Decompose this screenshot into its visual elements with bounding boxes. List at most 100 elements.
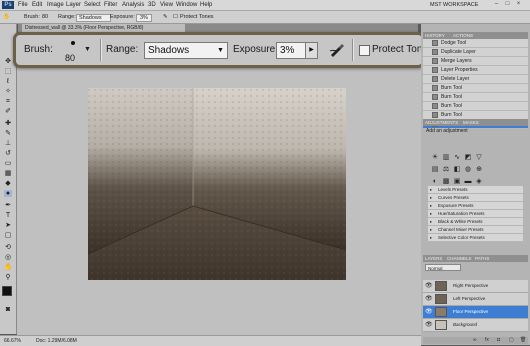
close-icon[interactable]: × [514,1,523,8]
history-item[interactable]: Merge Layers [423,57,528,66]
brush-dropdown-icon[interactable]: ▼ [84,44,91,56]
menu-window[interactable]: Window [176,1,197,9]
blur-tool-icon[interactable]: ◆ [4,180,12,187]
trash-icon[interactable]: 🗑 [520,337,526,344]
history-item[interactable]: Burn Tool [423,102,528,111]
hue-saturation-icon[interactable]: ▤ [431,166,439,174]
layer-row[interactable]: 👁 Right Perspective [423,280,528,293]
tab-channels[interactable]: CHANNELS [447,255,472,262]
3d-rotate-tool-icon[interactable]: ⟲ [4,244,12,251]
path-select-tool-icon[interactable]: ➤ [4,222,12,229]
minimize-icon[interactable]: – [492,1,501,8]
selective-color-icon[interactable]: ◈ [475,178,483,186]
quick-mask-icon[interactable]: ◙ [4,306,12,313]
type-tool-icon[interactable]: T [4,212,12,219]
tab-history[interactable]: HISTORY [425,32,445,39]
exposure-input[interactable]: 3% [276,42,306,59]
levels-icon[interactable]: ▥ [442,154,450,162]
shape-tool-icon[interactable]: ▢ [4,232,12,239]
options-range-select[interactable]: Shadows [76,14,111,22]
preset-item[interactable]: ▸ Levels Presets [428,186,523,194]
preset-item[interactable]: ▸ Exposure Presets [428,202,523,210]
layer-row[interactable]: 👁 Left Perspective [423,293,528,306]
link-icon[interactable]: ∞ [473,337,477,344]
history-brush-tool-icon[interactable]: ↺ [4,150,12,157]
preset-item[interactable]: ▸ Curves Presets [428,194,523,202]
brush-tool-icon[interactable]: ✎ [4,130,12,137]
color-balance-icon[interactable]: ⚖ [442,166,450,174]
menu-help[interactable]: Help [200,1,212,9]
vibrance-icon[interactable]: ▽ [475,154,483,162]
threshold-icon[interactable]: ▣ [453,178,461,186]
fx-icon[interactable]: fx [485,337,489,344]
history-item[interactable]: Delete Layer [423,75,528,84]
exposure-slider-button[interactable]: ▶ [305,42,318,59]
brush-size-value[interactable]: 80 [65,52,75,64]
exposure-icon[interactable]: ◩ [464,154,472,162]
history-item[interactable]: Burn Tool [423,93,528,102]
menu-filter[interactable]: Filter [104,1,117,9]
posterize-icon[interactable]: ▩ [442,178,450,186]
menu-file[interactable]: File [18,1,28,9]
tab-layers[interactable]: LAYERS [425,255,442,262]
layer-row-selected[interactable]: 👁 Floor Perspective [423,306,528,319]
zoom-tool-icon[interactable]: ⚲ [4,274,12,281]
options-exposure-input[interactable]: 3% [136,14,152,22]
brush-preview-icon[interactable] [71,41,75,45]
range-select[interactable]: Shadows ▼ [144,42,228,59]
quick-select-tool-icon[interactable]: ✧ [4,88,12,95]
history-item[interactable]: Burn Tool [423,84,528,93]
eraser-tool-icon[interactable]: ▭ [4,160,12,167]
tab-masks[interactable]: MASKS [463,119,479,126]
tab-actions[interactable]: ACTIONS [453,32,473,39]
marquee-tool-icon[interactable]: ⬚ [4,68,12,75]
black-white-icon[interactable]: ◧ [453,166,461,174]
protect-tones-checkbox[interactable] [359,45,370,56]
foreground-color-swatch[interactable] [2,286,12,296]
curves-icon[interactable]: ∿ [453,154,461,162]
history-item[interactable]: Dodge Tool [423,39,528,48]
photo-filter-icon[interactable]: ◍ [464,166,472,174]
mask-icon[interactable]: ◘ [497,337,500,344]
menu-edit[interactable]: Edit [32,1,42,9]
history-item[interactable]: Layer Properties [423,66,528,75]
status-zoom[interactable]: 66.67% [4,338,21,344]
hand-tool-icon[interactable]: ✋ [4,264,13,271]
brightness-contrast-icon[interactable]: ☀ [431,154,439,162]
workspace-switcher[interactable]: MST WORKSPACE [430,1,478,9]
gradient-tool-icon[interactable]: ▦ [4,170,12,177]
tab-paths[interactable]: PATHS [475,255,489,262]
preset-item[interactable]: ▸ Black & White Presets [428,218,523,226]
invert-icon[interactable]: ◐ [431,178,439,186]
burn-tool-icon[interactable]: ● [4,190,12,197]
options-protect-checkbox[interactable]: ☐ [173,14,178,20]
healing-tool-icon[interactable]: ✚ [4,120,12,127]
layer-row[interactable]: 👁 Background [423,319,528,332]
clone-stamp-tool-icon[interactable]: ⊥ [4,140,12,147]
menu-image[interactable]: Image [47,1,64,9]
maximize-icon[interactable]: □ [503,1,512,8]
airbrush-icon[interactable] [328,40,346,58]
document-tab[interactable]: Distressed_wall @ 33.3% (Floor Perspecti… [22,24,185,32]
menu-view[interactable]: View [160,1,173,9]
channel-mixer-icon[interactable]: ⊕ [475,166,483,174]
new-layer-icon[interactable]: ▢ [509,337,514,344]
menu-analysis[interactable]: Analysis [122,1,144,9]
menu-3d[interactable]: 3D [148,1,156,9]
gradient-map-icon[interactable]: ▬ [464,178,472,186]
options-brush-size[interactable]: 80 [42,14,48,20]
eyedropper-tool-icon[interactable]: ✐ [4,108,12,115]
3d-orbit-tool-icon[interactable]: ◎ [4,254,12,261]
menu-select[interactable]: Select [84,1,101,9]
history-item[interactable]: Duplicate Layer [423,48,528,57]
airbrush-icon[interactable]: ✎ [163,14,168,20]
crop-tool-icon[interactable]: ⌗ [4,98,12,105]
preset-item[interactable]: ▸ Hue/Saturation Presets [428,210,523,218]
pen-tool-icon[interactable]: ✒ [4,202,12,209]
eye-icon[interactable]: 👁 [425,293,433,305]
tab-adjustments[interactable]: ADJUSTMENTS [425,119,458,126]
eye-icon[interactable]: 👁 [425,306,433,318]
preset-item[interactable]: ▸ Selective Color Presets [428,234,523,242]
lasso-tool-icon[interactable]: ℓ [4,78,12,85]
preset-item[interactable]: ▸ Channel Mixer Presets [428,226,523,234]
